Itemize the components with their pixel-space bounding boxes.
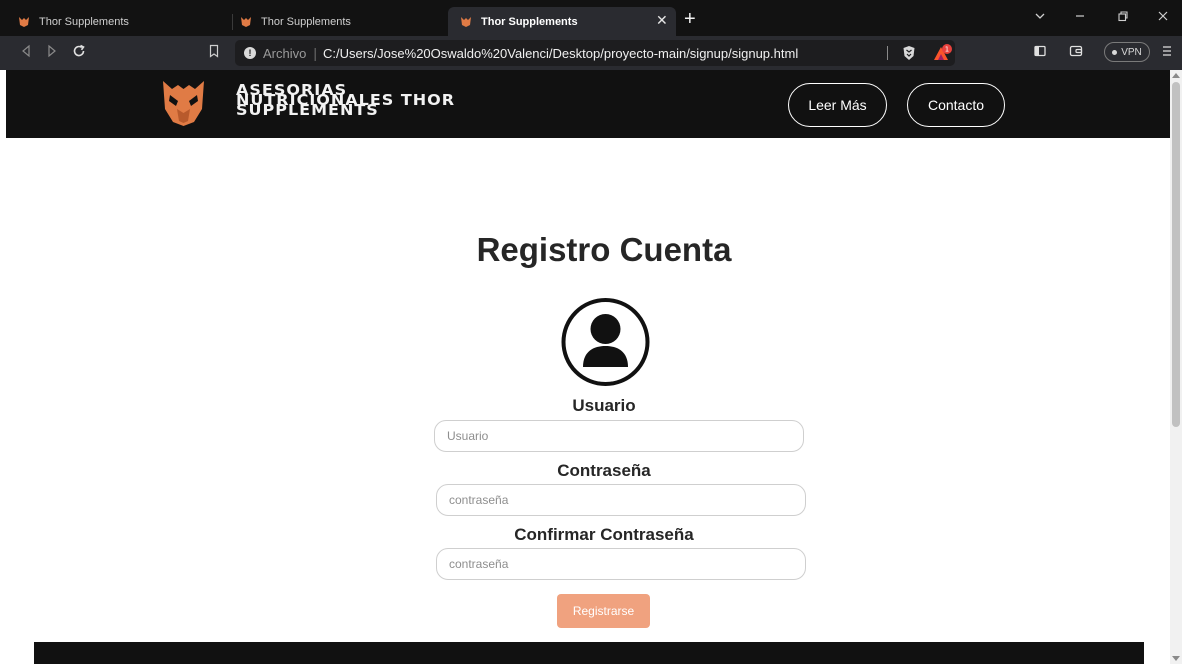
vpn-label: VPN — [1121, 46, 1142, 58]
url-divider: | — [313, 45, 317, 61]
site-info-icon[interactable]: ! — [244, 47, 256, 59]
password-label: Contraseña — [557, 461, 651, 480]
reload-icon[interactable] — [72, 44, 86, 61]
username-label: Usuario — [572, 396, 636, 415]
user-avatar-icon — [561, 298, 650, 386]
restore-icon[interactable] — [1117, 10, 1129, 25]
browser-tab-bar: Thor Supplements Thor Supplements Thor S… — [0, 0, 1182, 36]
username-input[interactable] — [434, 420, 804, 452]
page-scrollbar[interactable] — [1170, 70, 1182, 664]
confirm-password-input[interactable] — [436, 548, 806, 580]
vpn-status-dot-icon — [1112, 49, 1118, 55]
address-bar[interactable]: ! Archivo | C:/Users/Jose%20Oswaldo%20Va… — [235, 40, 955, 66]
site-header: ASESORIAS NUTRICIONALES THOR SUPPLEMENTS… — [6, 70, 1170, 138]
brand-line: SUPPLEMENTS — [236, 100, 379, 119]
tab-title: Thor Supplements — [481, 15, 578, 28]
confirm-password-label: Confirmar Contraseña — [514, 525, 694, 544]
url-text[interactable]: C:/Users/Jose%20Oswaldo%20Valenci/Deskto… — [323, 46, 798, 61]
tab-search-chevron-icon[interactable] — [1034, 10, 1046, 25]
menu-icon[interactable] — [1161, 44, 1173, 61]
scrollbar-thumb[interactable] — [1172, 82, 1180, 427]
contact-button[interactable]: Contacto — [907, 83, 1005, 127]
wallet-icon[interactable] — [1069, 44, 1083, 61]
thor-favicon-icon — [241, 16, 251, 27]
web-page: ASESORIAS NUTRICIONALES THOR SUPPLEMENTS… — [0, 70, 1170, 664]
thor-favicon-icon — [19, 16, 29, 27]
browser-tab[interactable]: Thor Supplements — [240, 7, 351, 36]
brave-rewards-icon[interactable]: 1 — [932, 43, 954, 63]
vpn-button[interactable]: VPN — [1104, 42, 1150, 62]
thor-favicon-icon — [461, 16, 471, 27]
forward-icon[interactable] — [46, 44, 58, 61]
register-button[interactable]: Registrarse — [557, 594, 650, 628]
site-footer — [34, 642, 1144, 664]
new-tab-icon[interactable]: + — [684, 9, 696, 29]
thor-mask-logo-icon[interactable] — [161, 79, 206, 127]
password-input[interactable] — [436, 484, 806, 516]
brand-name: ASESORIAS NUTRICIONALES THOR SUPPLEMENTS — [236, 82, 455, 119]
read-more-button[interactable]: Leer Más — [788, 83, 887, 127]
close-tab-icon[interactable]: ✕ — [656, 13, 668, 27]
brave-shield-icon[interactable] — [902, 45, 916, 61]
tab-divider — [232, 14, 233, 30]
tab-title: Thor Supplements — [39, 15, 129, 28]
scroll-up-icon[interactable] — [1172, 73, 1180, 78]
page-title: Registro Cuenta — [476, 231, 732, 268]
close-window-icon[interactable] — [1157, 10, 1169, 25]
sidebar-icon[interactable] — [1033, 44, 1047, 61]
minimize-icon[interactable] — [1074, 10, 1086, 25]
scroll-down-icon[interactable] — [1172, 656, 1180, 661]
browser-tab[interactable]: Thor Supplements — [18, 7, 129, 36]
back-icon[interactable] — [20, 44, 32, 61]
tab-title: Thor Supplements — [261, 15, 351, 28]
url-scheme-label: Archivo — [263, 45, 307, 61]
url-shield-divider — [887, 46, 888, 60]
rewards-badge-count: 1 — [945, 46, 949, 54]
browser-tab-active[interactable]: Thor Supplements — [448, 7, 676, 36]
bookmark-icon[interactable] — [208, 44, 220, 61]
